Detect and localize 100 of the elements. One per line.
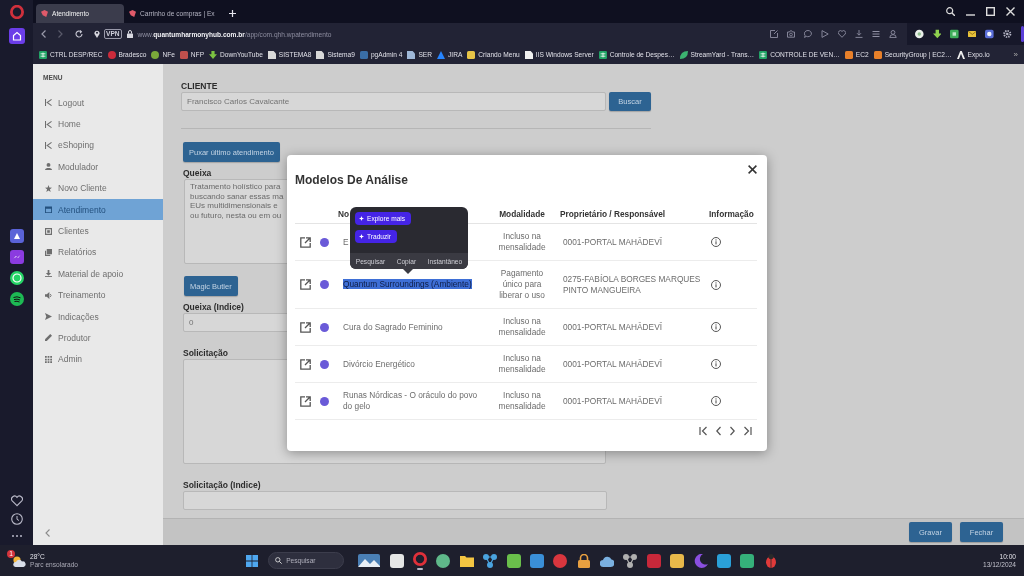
user-icon	[45, 163, 52, 171]
edit-icon[interactable]	[300, 358, 311, 370]
model-name: E	[343, 236, 349, 247]
gear-icon[interactable]	[1002, 29, 1012, 39]
sun-cloud-icon[interactable]	[12, 554, 26, 567]
modality-text: Pagamento único para liberar o uso	[499, 268, 545, 300]
next-page-icon[interactable]	[730, 426, 735, 436]
ring-icon[interactable]	[412, 551, 427, 566]
edit-icon[interactable]	[300, 395, 311, 407]
menu-item[interactable]: Logout	[33, 92, 163, 114]
nodes-icon[interactable]	[483, 553, 498, 568]
owner-name: 0001-PORTAL MAHĀDEVĪ	[563, 395, 662, 406]
maximize-icon[interactable]	[986, 7, 995, 16]
index-value: 0	[189, 317, 194, 329]
menu-item[interactable]: Produtor	[33, 327, 163, 349]
new-tab-icon[interactable]	[228, 10, 236, 17]
info-icon[interactable]	[711, 322, 721, 332]
menu-item[interactable]: Indicações	[33, 305, 163, 328]
user-icon[interactable]	[889, 30, 897, 38]
padlock-icon[interactable]	[576, 553, 591, 568]
column-header: No	[338, 208, 350, 219]
location-pin-icon[interactable]	[94, 30, 100, 38]
lock-icon[interactable]	[126, 30, 133, 38]
menu-item[interactable]: Novo Cliente	[33, 177, 163, 199]
heart-icon[interactable]	[838, 30, 846, 38]
heart-icon[interactable]	[10, 495, 23, 507]
more-bookmarks-button[interactable]: »	[1013, 50, 1018, 59]
search-icon	[275, 557, 283, 564]
app-tile-icon[interactable]	[740, 553, 755, 568]
menu-item[interactable]: Modulador	[33, 156, 163, 178]
modality-text: Incluso na mensalidade	[498, 353, 546, 374]
start-menu-icon[interactable]	[246, 554, 259, 567]
first-page-icon[interactable]	[699, 426, 707, 436]
app-tile-icon[interactable]	[529, 553, 544, 568]
bubble-icon[interactable]	[804, 30, 812, 38]
menu-item[interactable]: Home	[33, 113, 163, 135]
last-page-icon[interactable]	[744, 426, 752, 436]
collapse-icon[interactable]	[45, 529, 50, 537]
menu-item[interactable]: Admin	[33, 348, 163, 371]
arrow-down-icon[interactable]	[932, 29, 942, 39]
list-icon[interactable]	[872, 30, 880, 38]
edit-icon[interactable]	[300, 236, 311, 248]
side-panel-tab[interactable]	[1020, 26, 1024, 42]
send-icon	[45, 313, 52, 321]
info-icon[interactable]	[711, 359, 721, 369]
previous-page-icon[interactable]	[716, 426, 721, 436]
menu-item[interactable]: Material de apoio	[33, 263, 163, 285]
clock-icon[interactable]	[10, 513, 23, 525]
info-icon[interactable]	[711, 396, 721, 406]
circle-icon[interactable]	[915, 29, 924, 39]
landscape-icon[interactable]	[358, 554, 381, 567]
app-tile-icon[interactable]	[389, 553, 404, 568]
info-icon[interactable]	[711, 237, 721, 247]
folder-icon[interactable]	[459, 553, 474, 568]
back-icon[interactable]	[41, 30, 46, 38]
sparkle-icon	[359, 216, 364, 221]
status-dot-icon	[320, 237, 329, 247]
play-icon[interactable]	[821, 30, 829, 38]
camera-icon[interactable]	[787, 30, 795, 38]
status-dot-icon	[320, 280, 329, 289]
reload-icon[interactable]	[75, 30, 83, 38]
envelope-icon[interactable]	[967, 29, 977, 39]
zigzag-tile-icon[interactable]	[9, 250, 24, 264]
menu-item[interactable]: Relatórios	[33, 241, 163, 264]
menu-item[interactable]: Clientes	[33, 220, 163, 242]
app-tile-icon[interactable]	[646, 553, 661, 568]
field-label: Solicitação	[183, 348, 228, 358]
app-tile-icon[interactable]	[670, 553, 685, 568]
edit-icon[interactable]	[300, 321, 311, 333]
client-name-field[interactable]: Francisco Carlos Cavalcante	[181, 92, 606, 111]
app-tile-icon[interactable]	[506, 553, 521, 568]
app-tile-icon[interactable]	[717, 553, 732, 568]
favicon-icon	[129, 10, 136, 17]
menu-item[interactable]: eShoping	[33, 134, 163, 157]
nodes-icon[interactable]	[623, 553, 638, 568]
download-icon[interactable]	[855, 30, 863, 38]
modality-text: Incluso na mensalidade	[498, 316, 546, 337]
download-icon	[45, 270, 52, 278]
request-index-field[interactable]	[183, 491, 607, 510]
disc-icon[interactable]	[553, 553, 568, 568]
owner-name: 0001-PORTAL MAHĀDEVĪ	[563, 358, 662, 369]
home-icon[interactable]	[8, 28, 25, 44]
bug-icon[interactable]	[763, 553, 778, 568]
square-icon[interactable]	[950, 29, 959, 39]
search-icon[interactable]	[946, 7, 955, 16]
ring-disc-icon[interactable]	[9, 271, 24, 285]
triangle-tile-icon[interactable]	[9, 229, 24, 243]
exit-icon	[45, 141, 52, 149]
field-label: Queixa	[183, 168, 212, 178]
moon-icon[interactable]	[693, 553, 708, 568]
wave-disc-icon[interactable]	[9, 292, 24, 306]
close-icon[interactable]	[748, 165, 757, 174]
edit-icon[interactable]	[300, 279, 311, 290]
info-icon[interactable]	[711, 279, 721, 290]
modality-text: Incluso na mensalidade	[498, 390, 546, 411]
disc-icon[interactable]	[436, 553, 451, 568]
owner-name: 0001-PORTAL MAHĀDEVĪ	[563, 321, 662, 332]
menu-item[interactable]: Treinamento	[33, 284, 163, 306]
dot-tile-icon[interactable]	[985, 29, 994, 39]
ring-logo-icon[interactable]	[9, 5, 24, 19]
